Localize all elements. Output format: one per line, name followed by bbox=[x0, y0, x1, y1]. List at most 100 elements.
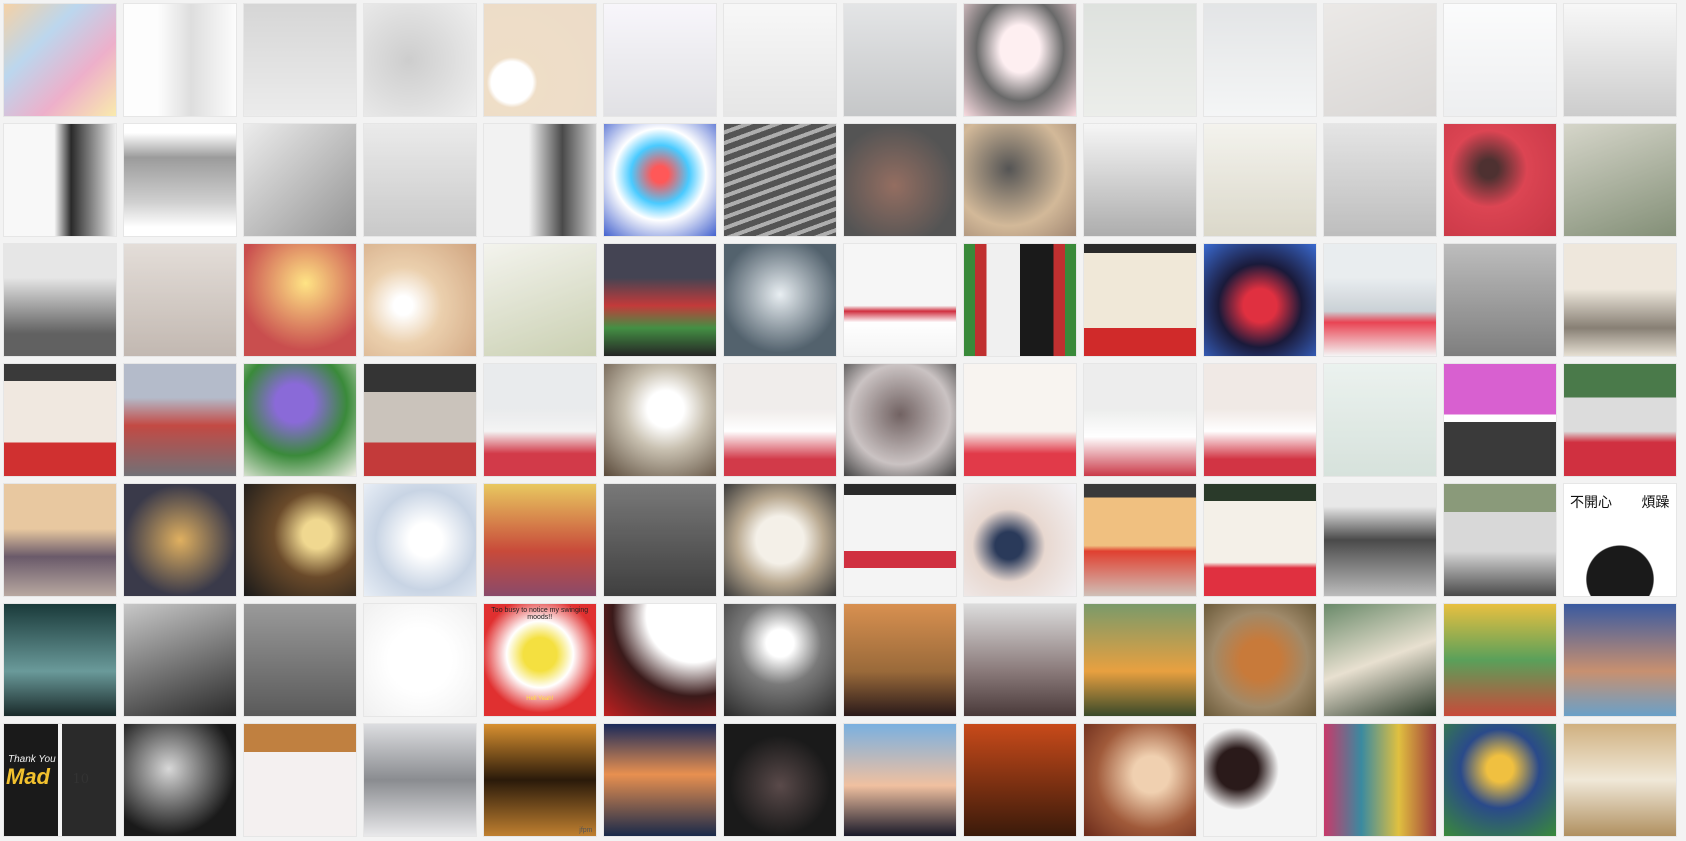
photo-thumbnail[interactable] bbox=[603, 603, 717, 717]
photo-thumbnail[interactable] bbox=[843, 3, 957, 117]
photo-thumbnail[interactable] bbox=[363, 243, 477, 357]
photo-thumbnail[interactable] bbox=[483, 123, 597, 237]
photo-thumbnail[interactable] bbox=[483, 363, 597, 477]
photo-thumbnail[interactable] bbox=[963, 363, 1077, 477]
photo-thumbnail[interactable] bbox=[1203, 603, 1317, 717]
photo-thumbnail[interactable] bbox=[1083, 483, 1197, 597]
photo-thumbnail[interactable] bbox=[1563, 363, 1677, 477]
photo-thumbnail[interactable] bbox=[483, 3, 597, 117]
photo-thumbnail[interactable] bbox=[963, 123, 1077, 237]
photo-thumbnail[interactable] bbox=[1443, 243, 1557, 357]
photo-thumbnail[interactable] bbox=[123, 243, 237, 357]
photo-thumbnail[interactable] bbox=[1323, 723, 1437, 837]
photo-thumbnail[interactable] bbox=[1563, 3, 1677, 117]
photo-thumbnail[interactable] bbox=[723, 363, 837, 477]
photo-thumbnail[interactable] bbox=[963, 3, 1077, 117]
photo-thumbnail[interactable] bbox=[3, 243, 117, 357]
photo-thumbnail[interactable] bbox=[963, 723, 1077, 837]
photo-thumbnail[interactable] bbox=[963, 603, 1077, 717]
photo-thumbnail[interactable] bbox=[1323, 603, 1437, 717]
photo-thumbnail[interactable] bbox=[483, 483, 597, 597]
photo-thumbnail[interactable] bbox=[123, 723, 237, 837]
photo-thumbnail[interactable] bbox=[1203, 723, 1317, 837]
photo-thumbnail[interactable] bbox=[603, 3, 717, 117]
photo-thumbnail[interactable] bbox=[963, 243, 1077, 357]
photo-thumbnail[interactable] bbox=[243, 723, 357, 837]
photo-thumbnail[interactable] bbox=[1323, 3, 1437, 117]
photo-thumbnail[interactable] bbox=[243, 123, 357, 237]
photo-thumbnail[interactable] bbox=[363, 723, 477, 837]
photo-thumbnail[interactable] bbox=[1323, 123, 1437, 237]
photo-thumbnail[interactable] bbox=[243, 603, 357, 717]
photo-thumbnail[interactable] bbox=[603, 483, 717, 597]
photo-thumbnail[interactable] bbox=[843, 723, 957, 837]
photo-thumbnail[interactable] bbox=[1563, 723, 1677, 837]
photo-thumbnail[interactable] bbox=[243, 483, 357, 597]
photo-thumbnail[interactable] bbox=[243, 3, 357, 117]
photo-thumbnail[interactable] bbox=[723, 243, 837, 357]
photo-thumbnail[interactable] bbox=[1203, 363, 1317, 477]
photo-thumbnail[interactable] bbox=[1083, 243, 1197, 357]
photo-thumbnail[interactable]: Too busy to notice my swinging moods!! He… bbox=[483, 603, 597, 717]
thumbnail-fade-overlay bbox=[244, 4, 356, 116]
photo-thumbnail[interactable] bbox=[1323, 483, 1437, 597]
photo-thumbnail[interactable] bbox=[723, 483, 837, 597]
photo-thumbnail[interactable] bbox=[1083, 3, 1197, 117]
photo-thumbnail[interactable] bbox=[1323, 363, 1437, 477]
photo-thumbnail[interactable] bbox=[3, 483, 117, 597]
photo-thumbnail[interactable]: jfpm bbox=[483, 723, 597, 837]
photo-thumbnail[interactable] bbox=[1203, 3, 1317, 117]
photo-thumbnail[interactable] bbox=[843, 363, 957, 477]
photo-thumbnail[interactable] bbox=[1563, 603, 1677, 717]
photo-thumbnail[interactable] bbox=[1443, 723, 1557, 837]
photo-thumbnail[interactable] bbox=[723, 3, 837, 117]
photo-thumbnail[interactable]: 不開心 煩躁 bbox=[1563, 483, 1677, 597]
photo-thumbnail[interactable] bbox=[843, 243, 957, 357]
photo-thumbnail[interactable] bbox=[1443, 363, 1557, 477]
photo-thumbnail[interactable] bbox=[3, 3, 117, 117]
photo-thumbnail[interactable] bbox=[363, 363, 477, 477]
photo-thumbnail[interactable] bbox=[483, 243, 597, 357]
photo-thumbnail[interactable] bbox=[123, 3, 237, 117]
photo-thumbnail[interactable] bbox=[1443, 123, 1557, 237]
photo-thumbnail[interactable] bbox=[843, 123, 957, 237]
photo-thumbnail[interactable] bbox=[1563, 123, 1677, 237]
photo-thumbnail[interactable] bbox=[123, 483, 237, 597]
photo-thumbnail[interactable] bbox=[363, 483, 477, 597]
photo-thumbnail[interactable] bbox=[603, 723, 717, 837]
photo-thumbnail[interactable] bbox=[1083, 363, 1197, 477]
photo-thumbnail[interactable] bbox=[603, 363, 717, 477]
photo-thumbnail[interactable] bbox=[123, 603, 237, 717]
photo-thumbnail[interactable] bbox=[1203, 483, 1317, 597]
photo-thumbnail[interactable] bbox=[1443, 603, 1557, 717]
photo-thumbnail[interactable] bbox=[123, 123, 237, 237]
photo-thumbnail[interactable] bbox=[963, 483, 1077, 597]
photo-thumbnail[interactable] bbox=[1443, 483, 1557, 597]
photo-thumbnail[interactable] bbox=[843, 483, 957, 597]
photo-thumbnail[interactable] bbox=[1563, 243, 1677, 357]
photo-thumbnail[interactable] bbox=[3, 363, 117, 477]
photo-thumbnail[interactable] bbox=[603, 243, 717, 357]
photo-thumbnail[interactable] bbox=[3, 123, 117, 237]
photo-thumbnail[interactable] bbox=[843, 603, 957, 717]
photo-thumbnail[interactable] bbox=[3, 603, 117, 717]
photo-thumbnail[interactable] bbox=[723, 723, 837, 837]
photo-thumbnail[interactable] bbox=[243, 243, 357, 357]
photo-thumbnail[interactable] bbox=[723, 123, 837, 237]
photo-thumbnail[interactable] bbox=[363, 3, 477, 117]
photo-thumbnail[interactable]: Thank You Mad 10 bbox=[3, 723, 117, 837]
photo-thumbnail[interactable] bbox=[243, 363, 357, 477]
photo-thumbnail[interactable] bbox=[1203, 243, 1317, 357]
photo-thumbnail[interactable] bbox=[123, 363, 237, 477]
photo-thumbnail[interactable] bbox=[1083, 723, 1197, 837]
photo-thumbnail[interactable] bbox=[1083, 603, 1197, 717]
photo-thumbnail[interactable] bbox=[1443, 3, 1557, 117]
photo-thumbnail[interactable] bbox=[1323, 243, 1437, 357]
photo-thumbnail[interactable] bbox=[363, 603, 477, 717]
photo-thumbnail[interactable] bbox=[723, 603, 837, 717]
photo-thumbnail[interactable] bbox=[1083, 123, 1197, 237]
photo-thumbnail[interactable] bbox=[363, 123, 477, 237]
thumbnail-fade-overlay bbox=[604, 124, 716, 236]
photo-thumbnail[interactable] bbox=[1203, 123, 1317, 237]
photo-thumbnail[interactable] bbox=[603, 123, 717, 237]
